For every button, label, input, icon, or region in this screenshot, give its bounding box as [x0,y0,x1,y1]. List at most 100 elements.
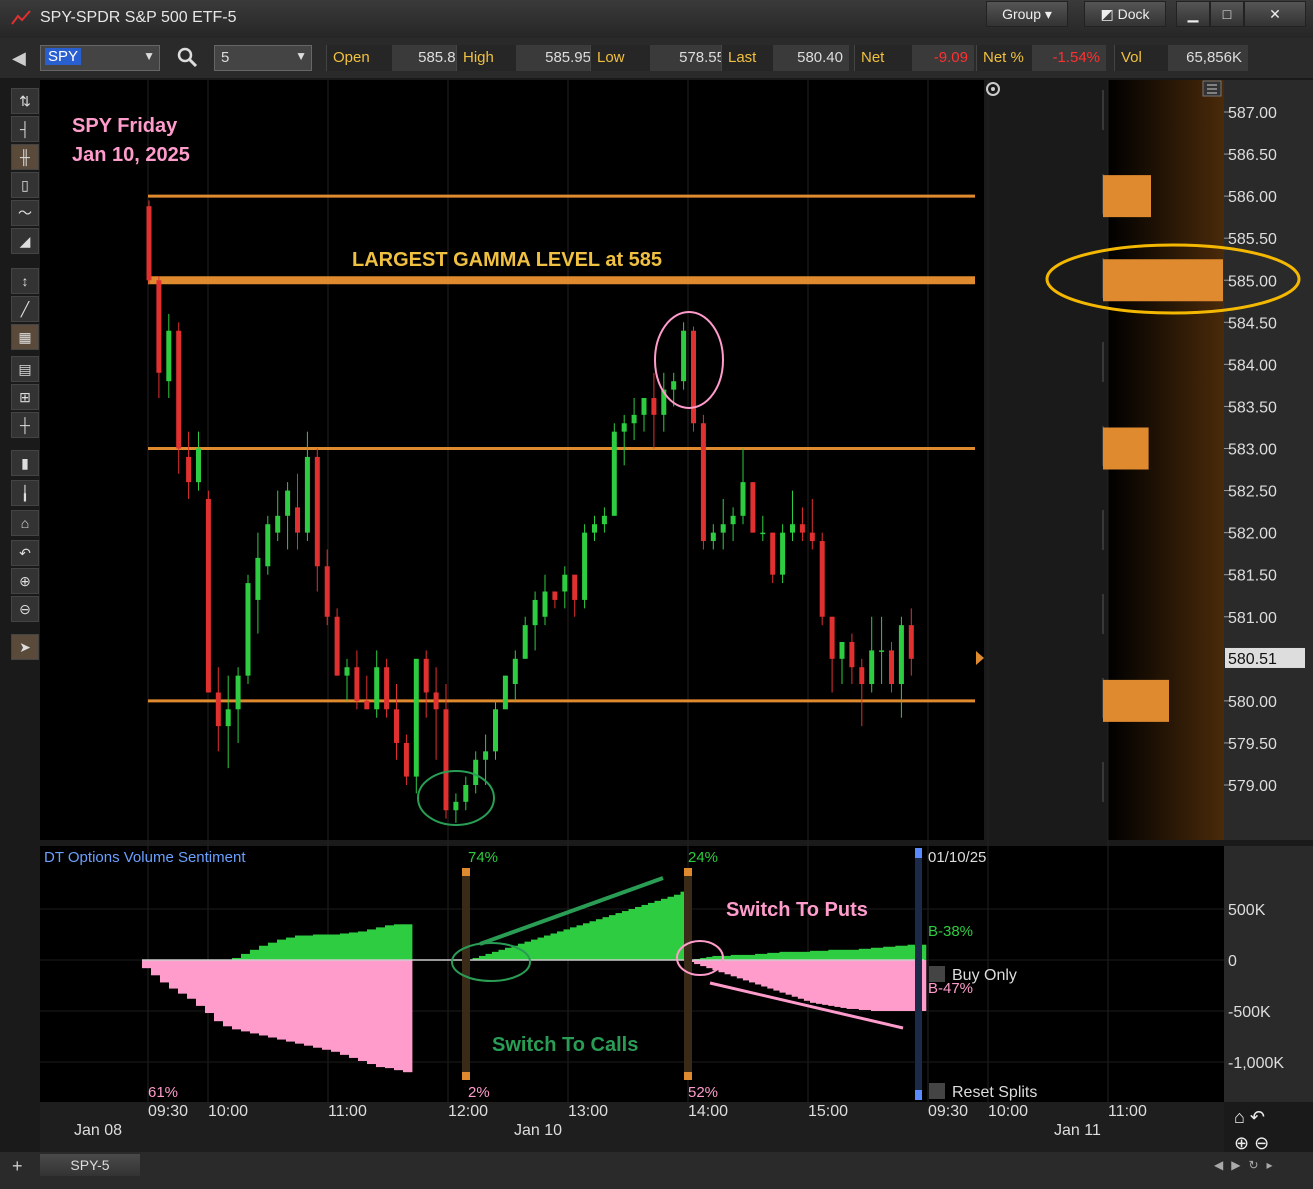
calls-bar [883,946,890,960]
price-tick-label: 583.00 [1228,442,1277,459]
gamma-bar [1103,259,1223,302]
price-tick-label: 585.50 [1228,231,1277,248]
home-icon[interactable]: ⌂ [1234,1107,1245,1127]
calls-bar [241,953,251,960]
candle [265,515,271,575]
zoom-out-icon[interactable]: ⊖ [1254,1133,1269,1153]
calls-bar [313,934,323,960]
scroll-left-icon[interactable]: ◀ [1214,1158,1231,1172]
calls-bar [322,934,332,960]
time-tick-label: 10:00 [208,1103,248,1120]
split-handle[interactable] [684,1072,692,1080]
calls-bar [537,937,545,960]
puts-bar [313,960,323,1048]
buy-only-gear-icon[interactable] [929,966,945,982]
split-handle[interactable] [462,1072,470,1080]
session-handle[interactable] [915,1090,922,1100]
price-tick-label: 584.00 [1228,357,1277,374]
puts-bar [706,960,713,969]
candle [493,700,498,760]
calls-bar [622,911,629,960]
chart-canvas[interactable]: 587.00 586.50 586.00 585.50 585.00 584.50 584.… [0,0,1313,1189]
calls-bar [277,939,287,960]
split-handle[interactable] [684,868,692,876]
date-tick-label: Jan 11 [1054,1122,1101,1139]
puts-bar [822,960,829,1005]
calls-bar [816,950,823,960]
split-marker[interactable] [462,868,470,1080]
puts-bar [358,960,368,1061]
calls-bar [840,949,847,960]
price-tick-label: 582.50 [1228,484,1277,501]
scroll-right-icon[interactable]: ▶ [1231,1158,1248,1172]
calls-bar [259,945,269,960]
time-tick-label: 12:00 [448,1103,488,1120]
puts-pct-label: 52% [688,1084,718,1101]
calls-bar [505,947,512,960]
puts-bar [151,960,161,976]
split-handle[interactable] [462,868,470,876]
time-tick-label: 09:30 [148,1103,188,1120]
calls-bar [828,949,835,960]
calls-bar [576,925,584,960]
sentiment-title: DT Options Volume Sentiment [44,849,246,866]
candle [384,658,390,718]
puts-bar [877,960,884,1011]
calls-bar [498,949,506,960]
calls-bar [761,953,768,960]
calls-bar [628,909,636,960]
time-tick-label: 13:00 [568,1103,608,1120]
session-handle[interactable] [915,848,922,858]
candle [611,423,617,516]
puts-bar [846,960,854,1009]
candle [413,658,419,794]
puts-bar [304,960,314,1046]
puts-bar [773,960,780,991]
puts-bar [803,960,811,1001]
calls-bar [570,927,577,960]
calls-bar [492,951,499,960]
sentiment-tick-label: -500K [1228,1004,1271,1021]
price-tick-label: 579.50 [1228,736,1277,753]
calls-bar [544,935,551,960]
calls-bar [889,946,896,960]
calls-bar [749,954,756,960]
expand-icon[interactable]: ▸ [1267,1158,1281,1172]
reset-splits-label[interactable]: Reset Splits [952,1084,1037,1101]
puts-bar [277,960,287,1040]
calls-bar [822,950,829,960]
calls-bar [654,900,662,960]
calls-bar [250,949,260,960]
price-tick-label: 586.50 [1228,147,1277,164]
calls-bar [803,951,811,960]
calls-bar [286,937,296,960]
scroll-controls[interactable]: ◀▶↻▸ [1214,1158,1281,1172]
menu-icon[interactable] [1202,80,1222,97]
time-tick-label: 11:00 [1108,1103,1147,1120]
tab-spy-5[interactable]: SPY-5 [40,1154,140,1176]
puts-bar [187,960,197,999]
reset-splits-icon[interactable] [929,1083,945,1099]
undo-icon[interactable]: ↶ [1250,1107,1265,1127]
candle [700,414,706,550]
annotation-title-line-1: SPY Friday [72,115,178,137]
puts-bar [286,960,296,1042]
puts-bar [767,960,774,989]
refresh-icon[interactable]: ↻ [1248,1158,1266,1172]
calls-bar [531,939,538,960]
puts-bar [214,960,224,1022]
buy-only-label[interactable]: Buy Only [952,967,1017,984]
puts-bar [730,960,738,977]
calls-bar [609,915,616,960]
price-tick-label: 587.00 [1228,105,1277,122]
zoom-in-icon[interactable]: ⊕ [1234,1133,1249,1153]
candle [691,326,696,432]
candle [750,482,756,533]
add-tab-icon[interactable]: + [12,1156,23,1177]
calls-bar [589,921,597,960]
puts-bar [250,960,260,1034]
puts-bar [852,960,860,1009]
price-tick-label: 580.00 [1228,694,1277,711]
calls-bar [648,902,655,960]
puts-bar [169,960,179,989]
